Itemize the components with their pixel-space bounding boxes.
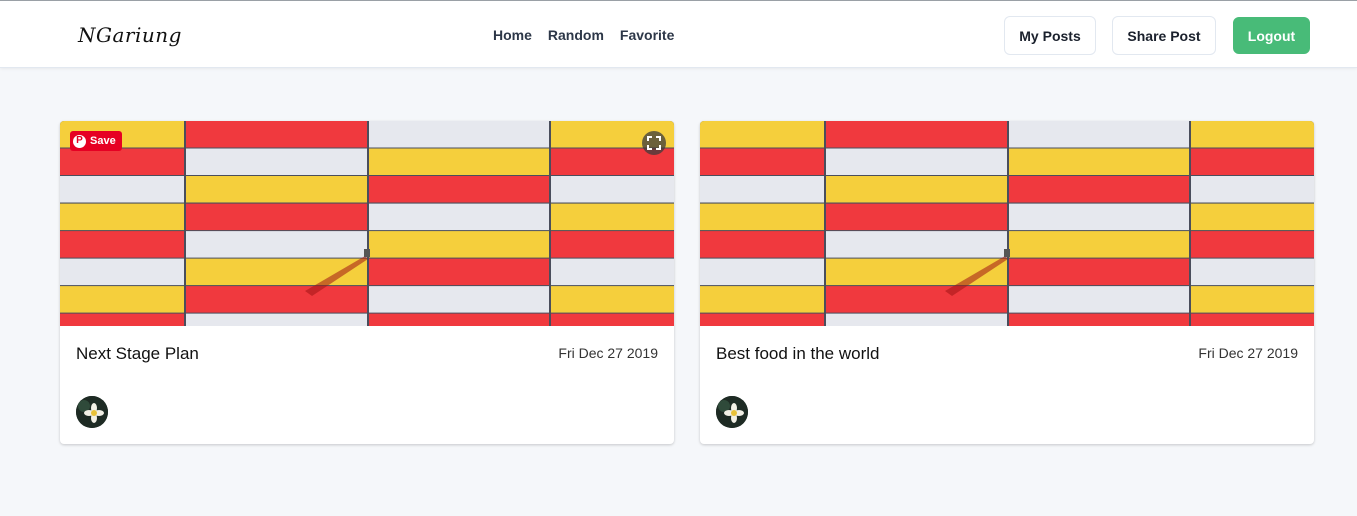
stripe — [551, 313, 674, 326]
striped-panels-image — [700, 121, 1314, 326]
stripe — [1009, 176, 1189, 203]
stripe — [1009, 148, 1189, 175]
stripe — [369, 258, 549, 286]
stripe — [1009, 313, 1189, 326]
main-nav: Home Random Favorite — [493, 27, 674, 43]
stripe — [186, 203, 367, 231]
flower-icon — [76, 396, 108, 428]
expand-icon[interactable] — [642, 131, 666, 155]
stripe — [826, 176, 1007, 203]
stripe — [60, 176, 184, 203]
stripe — [700, 148, 824, 175]
striped-panels-image — [60, 121, 674, 326]
stripe — [551, 176, 674, 203]
stripe — [1009, 203, 1189, 231]
stripe — [186, 148, 367, 175]
logout-button[interactable]: Logout — [1233, 17, 1310, 54]
stripe — [1191, 203, 1314, 231]
stripe — [700, 176, 824, 203]
stripe — [1009, 231, 1189, 258]
stripe — [369, 286, 549, 313]
post-date: Fri Dec 27 2019 — [558, 345, 658, 361]
pinterest-icon: P — [73, 134, 86, 148]
stripe — [60, 148, 184, 175]
stripe — [1191, 148, 1314, 175]
stripe — [551, 231, 674, 258]
stripe — [186, 313, 367, 326]
share-post-button[interactable]: Share Post — [1112, 16, 1216, 55]
stripe — [1191, 258, 1314, 286]
stripe — [700, 258, 824, 286]
stripe — [369, 121, 549, 148]
stripe — [700, 203, 824, 231]
stripe — [186, 231, 367, 258]
stripe — [369, 148, 549, 175]
stripe — [826, 121, 1007, 148]
stripe — [1009, 121, 1189, 148]
stripe — [826, 286, 1007, 313]
stripe — [826, 203, 1007, 231]
stripe — [369, 203, 549, 231]
post-title[interactable]: Next Stage Plan — [76, 344, 199, 364]
nav-link-random[interactable]: Random — [548, 27, 604, 43]
stripe — [1191, 313, 1314, 326]
my-posts-button[interactable]: My Posts — [1004, 16, 1096, 55]
stripe — [1009, 258, 1189, 286]
stripe — [826, 148, 1007, 175]
post-image[interactable] — [700, 121, 1314, 326]
author-avatar[interactable] — [76, 396, 108, 428]
nav-link-home[interactable]: Home — [493, 27, 532, 43]
stripe — [826, 231, 1007, 258]
save-label: Save — [90, 135, 116, 147]
post-title[interactable]: Best food in the world — [716, 344, 879, 364]
post-date: Fri Dec 27 2019 — [1198, 345, 1298, 361]
stripe — [700, 313, 824, 326]
stripe — [60, 313, 184, 326]
stripe — [60, 258, 184, 286]
stripe — [1191, 121, 1314, 148]
post-card[interactable]: P Save Next Stage Plan Fri Dec 27 2019 — [60, 121, 674, 444]
stripe — [186, 176, 367, 203]
post-card[interactable]: Best food in the world Fri Dec 27 2019 — [700, 121, 1314, 444]
stripe — [369, 176, 549, 203]
stripe — [60, 286, 184, 313]
stripe — [700, 121, 824, 148]
bolt — [1004, 249, 1010, 257]
stripe — [551, 286, 674, 313]
stripe — [700, 231, 824, 258]
author-avatar[interactable] — [716, 396, 748, 428]
stripe — [1191, 286, 1314, 313]
stripe — [186, 121, 367, 148]
stripe — [60, 231, 184, 258]
top-navbar: NGariung Home Random Favorite My Posts S… — [0, 0, 1357, 68]
brand-logo[interactable]: NGariung — [78, 23, 182, 47]
stripe — [1191, 176, 1314, 203]
pinterest-save-button[interactable]: P Save — [70, 131, 122, 151]
bolt — [364, 249, 370, 257]
stripe — [369, 313, 549, 326]
stripe — [1191, 231, 1314, 258]
stripe — [551, 258, 674, 286]
stripe — [60, 203, 184, 231]
stripe — [551, 203, 674, 231]
stripe — [186, 286, 367, 313]
post-image[interactable] — [60, 121, 674, 326]
stripe — [826, 313, 1007, 326]
nav-link-favorite[interactable]: Favorite — [620, 27, 674, 43]
stripe — [1009, 286, 1189, 313]
stripe — [369, 231, 549, 258]
flower-icon — [716, 396, 748, 428]
stripe — [700, 286, 824, 313]
